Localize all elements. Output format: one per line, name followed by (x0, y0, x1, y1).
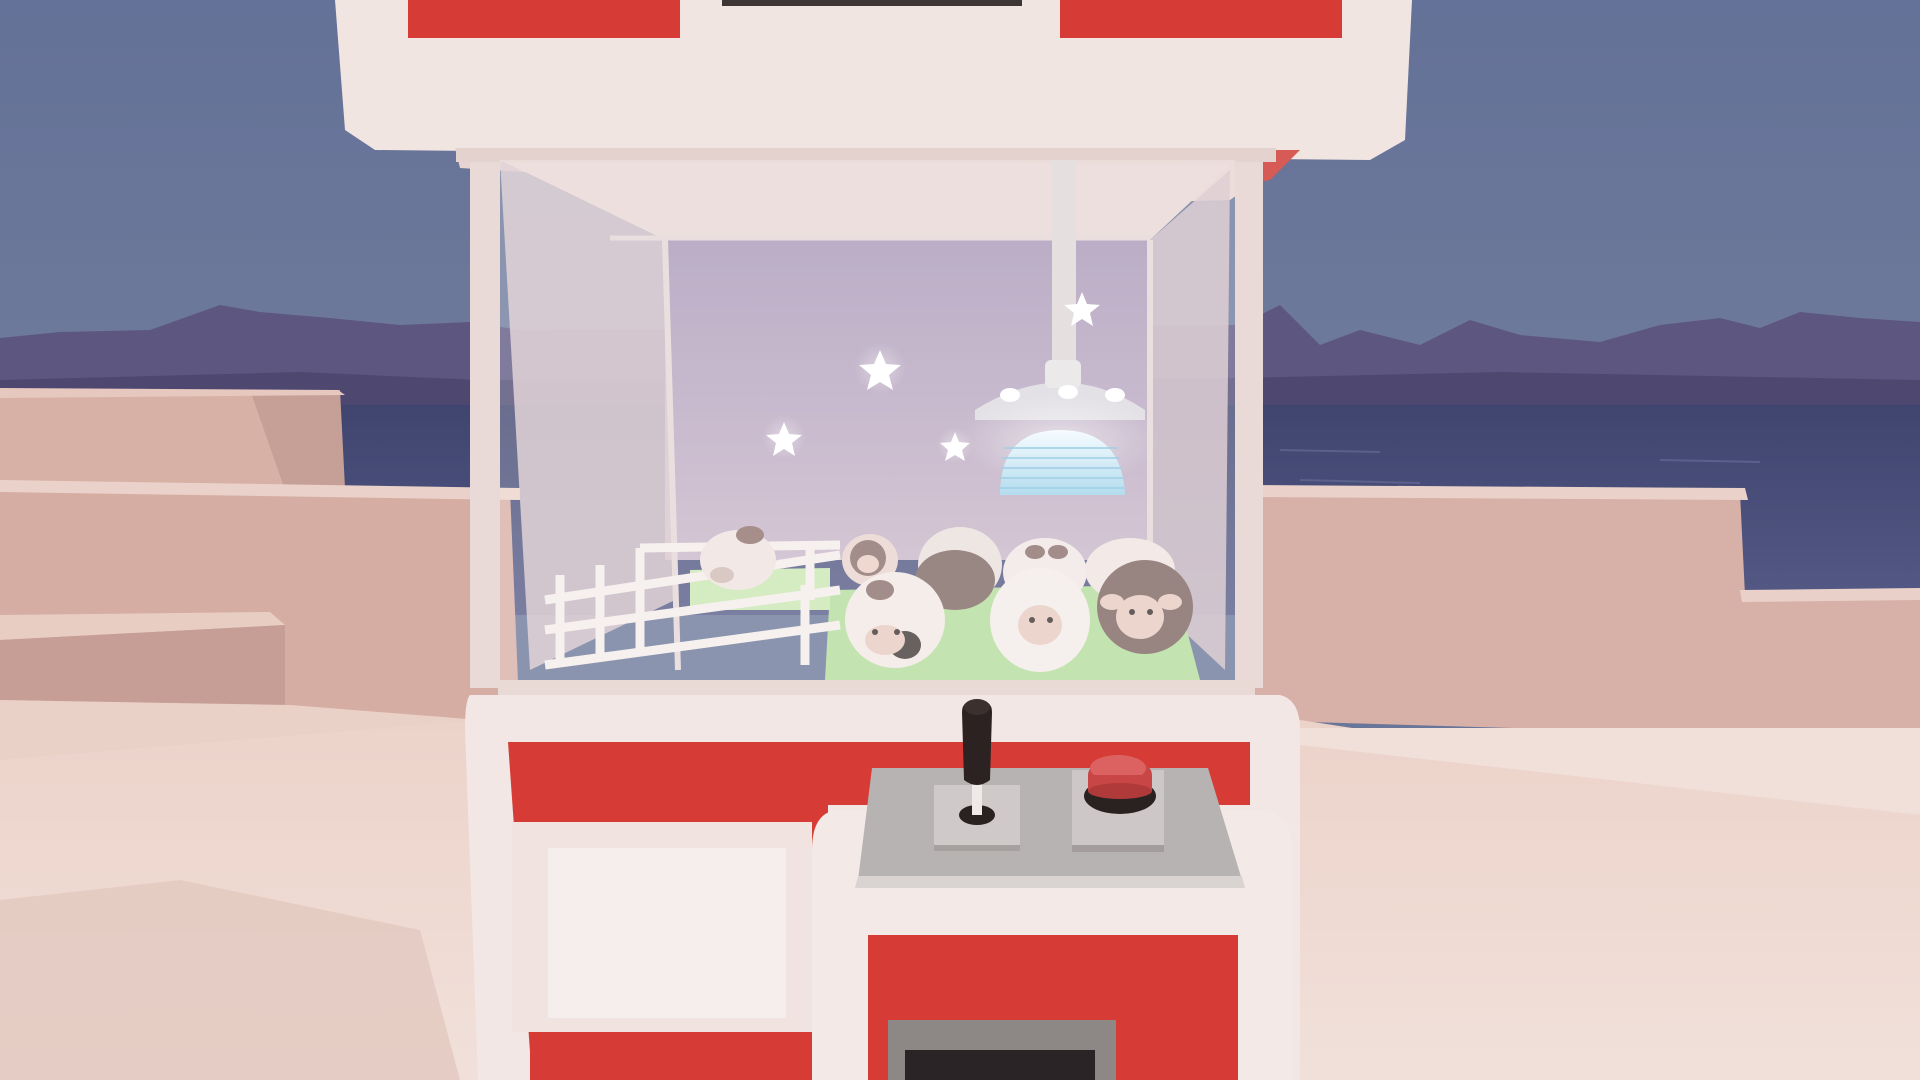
claw-machine (335, 0, 1412, 1080)
frame-pillar-left (470, 158, 500, 688)
game-viewport (0, 0, 1920, 1080)
terrace-wall-right-step (1740, 588, 1920, 602)
control-panel-edge (855, 876, 1245, 888)
frame-pillar-right (1235, 158, 1263, 688)
prize-door-bottom (530, 1040, 820, 1080)
prize-door[interactable] (548, 848, 786, 1018)
glass-front-pane (500, 160, 1235, 685)
top-red-panel-right (1060, 0, 1342, 38)
frame-top-beam (456, 148, 1276, 162)
scene-canvas (0, 0, 1920, 1080)
top-sign-slot (722, 0, 1022, 6)
control-panel (858, 768, 1242, 880)
top-red-panel-left (408, 0, 680, 38)
coin-slot[interactable] (905, 1050, 1095, 1080)
